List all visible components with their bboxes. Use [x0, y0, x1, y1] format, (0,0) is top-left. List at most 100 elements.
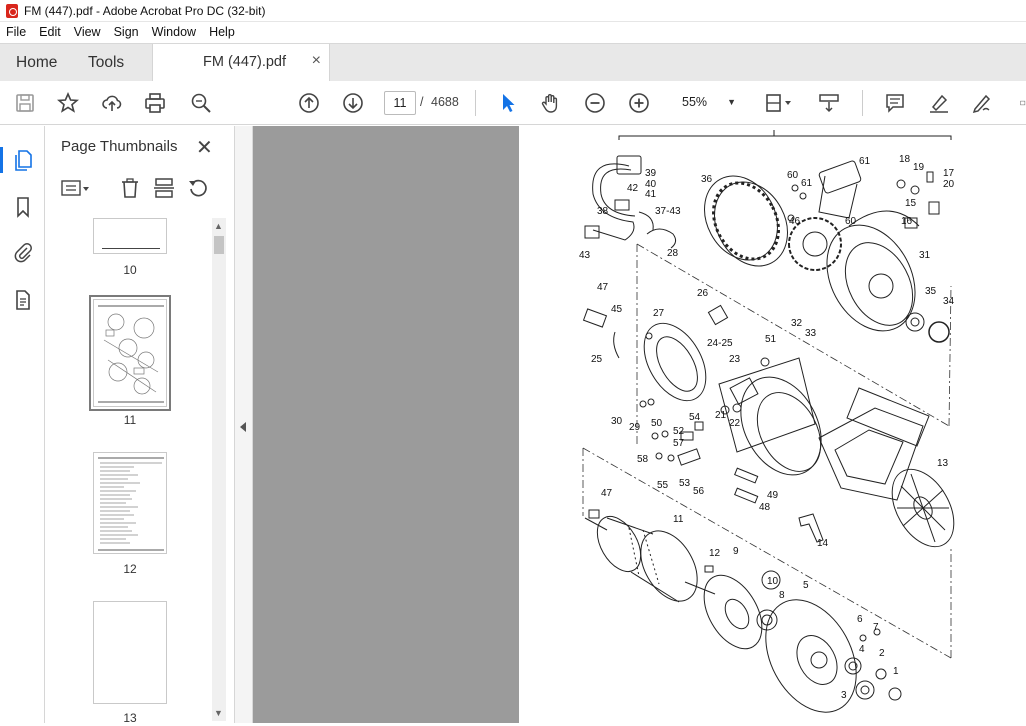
save-icon[interactable]	[13, 91, 37, 115]
scrollbar-thumb[interactable]	[214, 236, 224, 254]
menu-help[interactable]: Help	[209, 25, 235, 39]
callout-label: 38	[597, 206, 609, 217]
panel-collapse-handle[interactable]	[235, 126, 253, 723]
callout-label: 53	[679, 478, 691, 489]
callout-label: 56	[693, 486, 705, 497]
callout-label: 7	[873, 622, 879, 633]
comment-icon[interactable]	[883, 91, 907, 115]
callout-label: 61	[801, 178, 813, 189]
window-title: FM (447).pdf - Adobe Acrobat Pro DC (32-…	[24, 3, 266, 18]
panel-title: Page Thumbnails	[61, 138, 178, 155]
callout-label: 60	[787, 170, 799, 181]
more-tools-icon[interactable]	[1012, 91, 1026, 115]
scroll-mode-icon[interactable]	[817, 91, 841, 115]
toolbar-divider	[862, 90, 863, 116]
page-up-icon[interactable]	[297, 91, 321, 115]
callout-label: 24-25	[707, 338, 733, 349]
rotate-page-icon[interactable]	[187, 176, 209, 200]
delete-page-icon[interactable]	[119, 176, 141, 200]
callout-label: 42	[627, 183, 639, 194]
print-icon[interactable]	[143, 91, 167, 115]
document-view[interactable]: 39 40 41 42 38 37-43 43 28 36 60 61 61 6…	[253, 126, 1026, 723]
thumbnail-page-11[interactable]	[89, 295, 171, 411]
callout-label: 13	[937, 458, 949, 469]
callout-label: 61	[859, 156, 871, 167]
callout-label: 58	[637, 454, 649, 465]
collapse-arrow-icon	[240, 422, 246, 432]
callout-label: 57	[673, 438, 685, 449]
zoom-level-select[interactable]: 55% ▼	[668, 91, 742, 115]
thumbnail-scrollbar[interactable]: ▲ ▼	[212, 218, 226, 721]
thumbnail-label: 10	[123, 263, 137, 277]
hand-icon[interactable]	[539, 91, 563, 115]
callout-label: 48	[759, 502, 771, 513]
callout-label: 49	[767, 490, 779, 501]
callout-label: 36	[701, 174, 713, 185]
callout-label: 45	[611, 304, 623, 315]
document-tab-label: FM (447).pdf	[203, 54, 286, 70]
callout-label: 9	[733, 546, 739, 557]
bookmark-star-icon[interactable]	[56, 91, 80, 115]
menu-window[interactable]: Window	[152, 25, 196, 39]
close-panel-icon[interactable]: ✕	[196, 135, 213, 160]
callout-label: 47	[601, 488, 613, 499]
thumbnail-page-13[interactable]	[93, 601, 167, 704]
menu-file[interactable]: File	[6, 25, 26, 39]
callout-label: 16	[901, 216, 913, 227]
callout-label: 10	[767, 576, 779, 587]
page-down-icon[interactable]	[341, 91, 365, 115]
callout-label: 3	[841, 690, 847, 701]
zoom-out-icon[interactable]	[583, 91, 607, 115]
callout-label: 1	[893, 666, 899, 677]
thumbnail-page-12[interactable]	[93, 452, 167, 554]
zoom-in-icon[interactable]	[627, 91, 651, 115]
close-tab-icon[interactable]: ×	[312, 52, 321, 70]
fit-page-icon[interactable]	[762, 91, 796, 115]
scroll-down-icon[interactable]: ▼	[214, 708, 223, 718]
tab-tools[interactable]: Tools	[88, 44, 124, 82]
document-properties-icon[interactable]	[10, 287, 36, 313]
chevron-down-icon: ▼	[727, 97, 736, 107]
callout-label: 27	[653, 308, 665, 319]
current-page-input[interactable]: 11	[384, 91, 416, 115]
main-toolbar: 11 / 4688 55% ▼	[0, 81, 1026, 125]
thumbnail-page-10[interactable]	[93, 218, 167, 254]
tab-document[interactable]: FM (447).pdf ×	[152, 44, 330, 82]
options-menu-icon[interactable]	[61, 176, 91, 200]
page-separator: /	[420, 95, 424, 109]
tab-bar: Home Tools FM (447).pdf ×	[0, 43, 1026, 82]
attachments-icon[interactable]	[10, 240, 36, 266]
page-thumbnails-panel: Page Thumbnails ✕ 10 11 12 13 ▲ ▼	[45, 126, 235, 725]
callout-label: 50	[651, 418, 663, 429]
menu-view[interactable]: View	[74, 25, 101, 39]
callout-label: 34	[943, 296, 955, 307]
sign-icon[interactable]	[970, 91, 994, 115]
thumbnail-label: 12	[123, 562, 137, 576]
pdf-page: 39 40 41 42 38 37-43 43 28 36 60 61 61 6…	[519, 126, 1026, 723]
zoom-level-value: 55%	[682, 95, 708, 109]
callout-label: 55	[657, 480, 669, 491]
callout-label: 11	[673, 514, 684, 525]
zoom-search-icon[interactable]	[189, 91, 213, 115]
callout-label: 29	[629, 422, 641, 433]
tab-home[interactable]: Home	[16, 44, 57, 82]
scroll-up-icon[interactable]: ▲	[214, 221, 223, 231]
title-bar: FM (447).pdf - Adobe Acrobat Pro DC (32-…	[0, 0, 1026, 22]
callout-label: 17	[943, 168, 955, 179]
insert-page-icon[interactable]	[153, 176, 175, 200]
total-pages: 4688	[431, 95, 459, 109]
menu-sign[interactable]: Sign	[114, 25, 139, 39]
bookmarks-icon[interactable]	[10, 194, 36, 220]
callout-label: 39	[645, 168, 657, 179]
menu-edit[interactable]: Edit	[39, 25, 61, 39]
callout-label: 52	[673, 426, 685, 437]
callout-label: 33	[805, 328, 817, 339]
highlight-icon[interactable]	[927, 91, 951, 115]
select-arrow-icon[interactable]	[496, 91, 520, 115]
callout-label: 60	[845, 216, 857, 227]
upload-cloud-icon[interactable]	[100, 91, 124, 115]
page-thumbnails-icon[interactable]	[0, 147, 36, 173]
callout-label: 26	[697, 288, 709, 299]
toolbar-divider	[475, 90, 476, 116]
callout-label: 54	[689, 412, 701, 423]
